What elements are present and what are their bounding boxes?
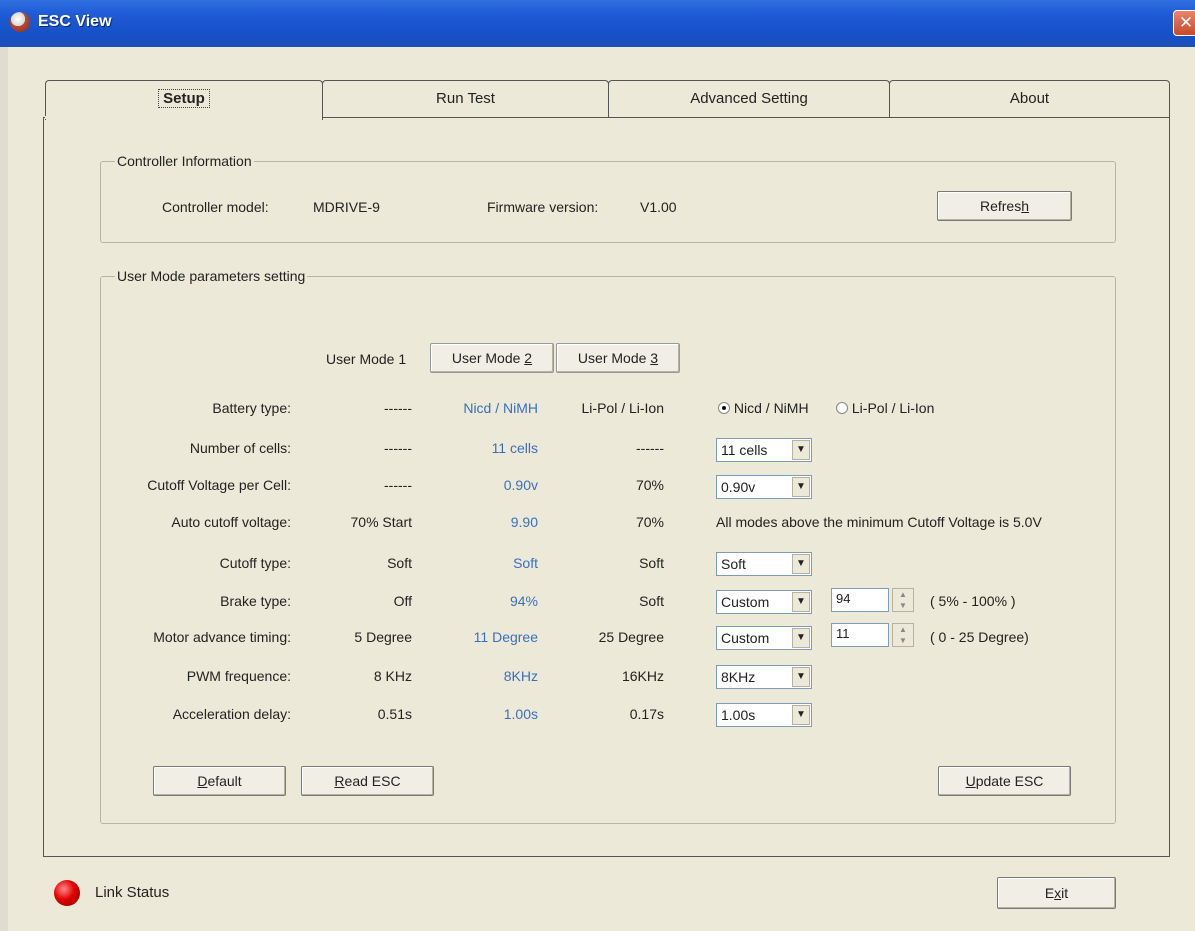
radio-unselected-icon [836,402,848,414]
button-accelerator: R [334,773,345,789]
button-label: pdate ESC [975,773,1044,789]
button-label: E [1044,885,1055,901]
tab-advanced-setting[interactable]: Advanced Setting [608,80,890,118]
motor-timing-select[interactable]: Custom ▼ [716,626,812,650]
tab-label: Advanced Setting [690,90,808,107]
radio-label: Nicd / NiMH [733,400,809,416]
button-accelerator: x [1054,885,1062,901]
button-accelerator: D [197,773,208,789]
user-mode-3-button[interactable]: User Mode 3 [556,343,680,373]
motor-timing-spinner[interactable]: ▲ ▼ [892,623,914,647]
button-accelerator: 2 [524,350,533,366]
button-accelerator: h [1021,198,1030,214]
cutoff-voltage-select[interactable]: 0.90v ▼ [716,475,812,499]
button-accelerator: 3 [650,350,659,366]
tab-about[interactable]: About [889,80,1170,118]
window-title: ESC View [38,13,112,30]
setup-tab-panel [43,117,1170,857]
motor-timing-input[interactable]: 11 [831,623,889,647]
chevron-down-icon[interactable]: ▼ [792,440,810,460]
tab-label: Run Test [436,90,495,107]
tab-run-test[interactable]: Run Test [322,80,609,118]
close-icon[interactable]: ✕ [1173,10,1195,36]
default-button[interactable]: Default [153,766,286,796]
button-label: User Mode [451,350,521,366]
chevron-down-icon[interactable]: ▼ [792,705,810,725]
title-bar: ESC View ✕ [0,0,1195,47]
cutoff-type-select[interactable]: Soft ▼ [716,552,812,576]
pwm-frequence-select[interactable]: 8KHz ▼ [716,665,812,689]
brake-type-select[interactable]: Custom ▼ [716,590,812,614]
chevron-down-icon[interactable]: ▼ [792,628,810,648]
select-value: 1.00s [721,707,756,723]
chevron-down-icon[interactable]: ▼ [792,667,810,687]
radio-label: Li-Pol / Li-Ion [851,400,935,416]
refresh-button[interactable]: Refres h [937,191,1072,221]
exit-button[interactable]: Ex it [997,877,1116,909]
button-label: ead ESC [344,773,401,789]
button-accelerator: U [965,773,976,789]
select-value: 0.90v [721,479,756,495]
update-esc-button[interactable]: Update ESC [938,766,1071,796]
chevron-down-icon[interactable]: ▼ [792,477,810,497]
select-value: Custom [721,594,770,610]
number-of-cells-select[interactable]: 11 cells ▼ [716,438,812,462]
radio-selected-icon [718,402,730,414]
button-label: efault [207,773,242,789]
radio-li-pol-li-ion[interactable]: Li-Pol / Li-Ion [836,400,934,416]
spin-up-icon[interactable]: ▲ [893,589,913,600]
button-label-suffix: it [1061,885,1069,901]
user-mode-2-button[interactable]: User Mode 2 [430,343,554,373]
tab-joint [45,116,322,119]
brake-percent-spinner[interactable]: ▲ ▼ [892,588,914,612]
app-logo-icon [10,12,30,32]
read-esc-button[interactable]: Read ESC [301,766,434,796]
chevron-down-icon[interactable]: ▼ [792,592,810,612]
tab-label: Setup [158,89,210,108]
spin-down-icon[interactable]: ▼ [893,600,913,611]
button-label: User Mode [577,350,647,366]
acceleration-delay-select[interactable]: 1.00s ▼ [716,703,812,727]
brake-percent-input[interactable]: 94 [831,588,889,612]
tab-setup[interactable]: Setup [45,80,323,120]
chevron-down-icon[interactable]: ▼ [792,554,810,574]
select-value: Soft [721,556,746,572]
spin-up-icon[interactable]: ▲ [893,624,913,635]
select-value: 11 cells [721,442,768,458]
tab-label: About [1009,90,1050,107]
select-value: 8KHz [721,669,756,685]
button-label: Refres [979,198,1022,214]
spin-down-icon[interactable]: ▼ [893,635,913,646]
radio-nicd-nimh[interactable]: Nicd / NiMH [718,400,809,416]
select-value: Custom [721,630,770,646]
